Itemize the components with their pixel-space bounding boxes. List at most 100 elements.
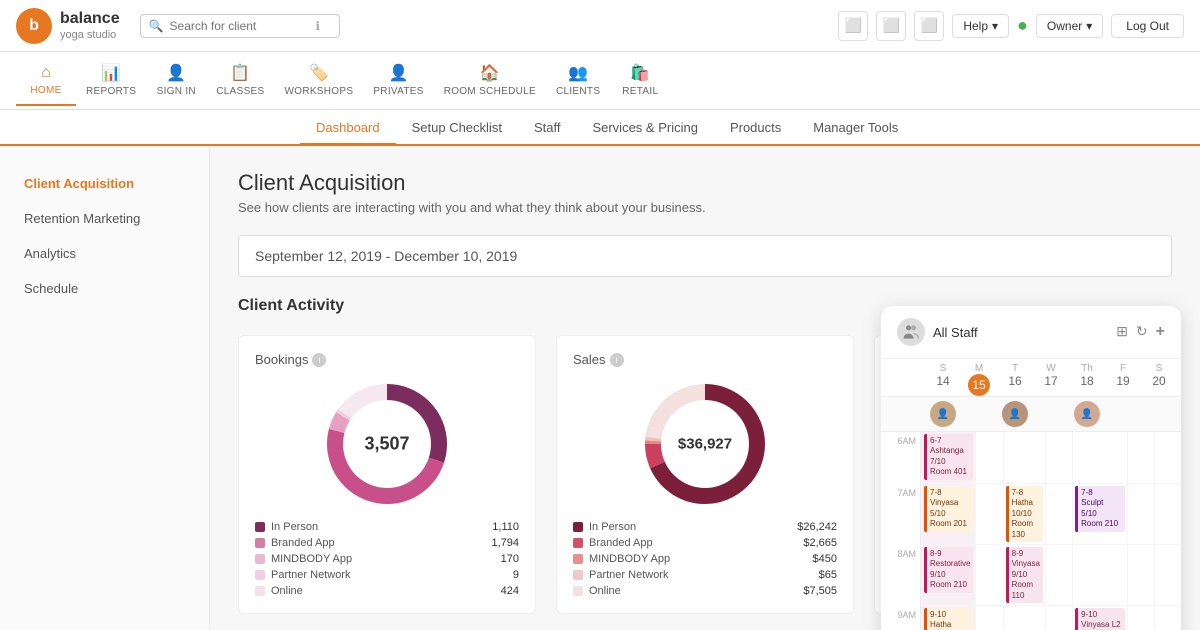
icon-btn-2[interactable]: ⬜	[876, 11, 906, 41]
legend-item: Branded App $2,665	[573, 537, 837, 549]
logo-area: b balance yoga studio	[16, 8, 120, 44]
cal-event[interactable]: 9-10Hatha8/10Room 204	[924, 608, 973, 630]
cal-cell: 8-9Vinyasa9/10Room 110	[1003, 545, 1045, 606]
help-button[interactable]: Help ▾	[952, 14, 1009, 38]
sub-nav: Dashboard Setup Checklist Staff Services…	[0, 110, 1200, 146]
sidebar-item-analytics[interactable]: Analytics	[0, 236, 209, 271]
cal-day-col: W 17	[1033, 363, 1069, 396]
icon-btn-3[interactable]: ⬜	[914, 11, 944, 41]
legend-item: In Person 1,110	[255, 521, 519, 533]
subnav-dashboard[interactable]: Dashboard	[300, 112, 396, 145]
sidebar: Client Acquisition Retention Marketing A…	[0, 146, 210, 630]
subnav-manager[interactable]: Manager Tools	[797, 112, 914, 145]
cal-cell	[1127, 432, 1154, 484]
subnav-staff[interactable]: Staff	[518, 112, 577, 145]
cal-cell	[1072, 432, 1126, 484]
owner-button[interactable]: Owner ▾	[1036, 14, 1103, 38]
tab-roomschedule-label: ROOM SCHEDULE	[444, 86, 536, 97]
calendar-overlay: All Staff ⊞ ↻ + S 14	[881, 306, 1181, 630]
staff-avatar-3: 👤	[1074, 401, 1100, 427]
tab-signin[interactable]: 👤 SIGN IN	[146, 55, 206, 107]
search-bar[interactable]: 🔍 ℹ	[140, 14, 340, 38]
cal-time-6am: 6AM	[881, 432, 921, 484]
cal-time-8am: 8AM	[881, 545, 921, 606]
subnav-setup[interactable]: Setup Checklist	[396, 112, 518, 145]
tab-reports-label: REPORTS	[86, 86, 136, 97]
legend-item: Partner Network 9	[255, 569, 519, 581]
tab-retail[interactable]: 🛍️ RETAIL	[610, 55, 670, 107]
bookings-info-icon[interactable]: i	[312, 353, 326, 367]
cal-cell	[1003, 432, 1045, 484]
sidebar-item-retention[interactable]: Retention Marketing	[0, 201, 209, 236]
cal-header: All Staff ⊞ ↻ +	[881, 306, 1181, 359]
date-range-text: September 12, 2019 - December 10, 2019	[255, 248, 517, 264]
chart-offers: Intro Offers Sold i 129 In Person	[874, 335, 1172, 614]
status-dot: ●	[1017, 15, 1028, 36]
nav-tabs: ⌂ HOME 📊 REPORTS 👤 SIGN IN 📋 CLASSES 🏷️ …	[0, 52, 1200, 110]
top-bar: b balance yoga studio 🔍 ℹ ⬜ ⬜ ⬜ Help ▾ ●…	[0, 0, 1200, 52]
tab-reports[interactable]: 📊 REPORTS	[76, 55, 146, 107]
icon-btn-1[interactable]: ⬜	[838, 11, 868, 41]
tab-privates[interactable]: 👤 PRIVATES	[363, 55, 433, 107]
cal-cell	[975, 484, 1002, 545]
cal-cell	[1127, 606, 1154, 630]
search-icon: 🔍	[149, 19, 164, 33]
tab-classes[interactable]: 📋 CLASSES	[206, 55, 274, 107]
bookings-value: 3,507	[364, 434, 409, 455]
cal-cell: 7-8Hatha10/10Room 130	[1003, 484, 1045, 545]
tab-clients[interactable]: 👥 CLIENTS	[546, 55, 610, 107]
tab-roomschedule[interactable]: 🏠 ROOM SCHEDULE	[434, 55, 546, 107]
retail-icon: 🛍️	[630, 63, 650, 83]
cal-cell: 7-8Vinyasa5/10Room 201	[921, 484, 975, 545]
cal-day-col: M 15	[961, 363, 997, 396]
clients-icon: 👥	[568, 63, 588, 83]
legend-item: Partner Network $65	[573, 569, 837, 581]
chart-sales-label: Sales i	[573, 352, 837, 367]
subnav-services[interactable]: Services & Pricing	[576, 112, 713, 145]
cal-event[interactable]: 7-8Hatha10/10Room 130	[1006, 486, 1043, 542]
staff-avatar-1: 👤	[930, 401, 956, 427]
cal-event[interactable]: 6-7Ashtanga7/10Room 401	[924, 434, 973, 480]
sales-info-icon[interactable]: i	[610, 353, 624, 367]
sidebar-item-client-acquisition[interactable]: Client Acquisition	[0, 166, 209, 201]
cal-event[interactable]: 8-9Vinyasa9/10Room 110	[1006, 547, 1043, 603]
main-layout: Client Acquisition Retention Marketing A…	[0, 146, 1200, 630]
privates-icon: 👤	[389, 63, 409, 83]
cal-cell	[1045, 606, 1072, 630]
tab-home-label: HOME	[30, 85, 61, 96]
cal-staff-avatar	[897, 318, 925, 346]
cal-event[interactable]: 9-10Vinyasa L27/10Room 230	[1075, 608, 1124, 630]
cal-event[interactable]: 7-8Sculpt5/10Room 210	[1075, 486, 1124, 532]
cal-grid-icon[interactable]: ⊞	[1116, 323, 1128, 341]
search-input[interactable]	[170, 19, 310, 33]
tab-clients-label: CLIENTS	[556, 86, 600, 97]
logout-button[interactable]: Log Out	[1111, 14, 1184, 38]
cal-cell	[1154, 606, 1181, 630]
legend-item: MINDBODY App 170	[255, 553, 519, 565]
sales-value: $36,927	[678, 436, 732, 453]
cal-add-icon[interactable]: +	[1156, 323, 1165, 341]
owner-chevron: ▾	[1086, 19, 1092, 33]
staff-avatar-2: 👤	[1002, 401, 1028, 427]
cal-cell: 9-10Hatha8/10Room 204	[921, 606, 975, 630]
legend-item: MINDBODY App $450	[573, 553, 837, 565]
tab-signin-label: SIGN IN	[157, 86, 196, 97]
tab-home[interactable]: ⌂ HOME	[16, 56, 76, 106]
signin-icon: 👤	[166, 63, 186, 83]
bookings-legend: In Person 1,110 Branded App 1,794 MINDBO…	[255, 521, 519, 597]
legend-item: In Person $26,242	[573, 521, 837, 533]
staff-group-icon	[901, 322, 921, 342]
cal-event[interactable]: 7-8Vinyasa5/10Room 201	[924, 486, 973, 532]
cal-day-col: Th 18	[1069, 363, 1105, 396]
subnav-products[interactable]: Products	[714, 112, 797, 145]
brand-name: balance	[60, 9, 120, 28]
tab-workshops[interactable]: 🏷️ WORKSHOPS	[275, 55, 364, 107]
chart-bookings: Bookings i 3,507 In Person 1,110	[238, 335, 536, 614]
date-range-bar: September 12, 2019 - December 10, 2019	[238, 235, 1172, 277]
cal-event[interactable]: 8-9Restorative9/10Room 210	[924, 547, 973, 593]
cal-refresh-icon[interactable]: ↻	[1136, 323, 1148, 341]
page-title: Client Acquisition	[238, 170, 1172, 196]
cal-time-9am: 9AM	[881, 606, 921, 630]
sidebar-item-schedule[interactable]: Schedule	[0, 271, 209, 306]
cal-day-col: T 16	[997, 363, 1033, 396]
